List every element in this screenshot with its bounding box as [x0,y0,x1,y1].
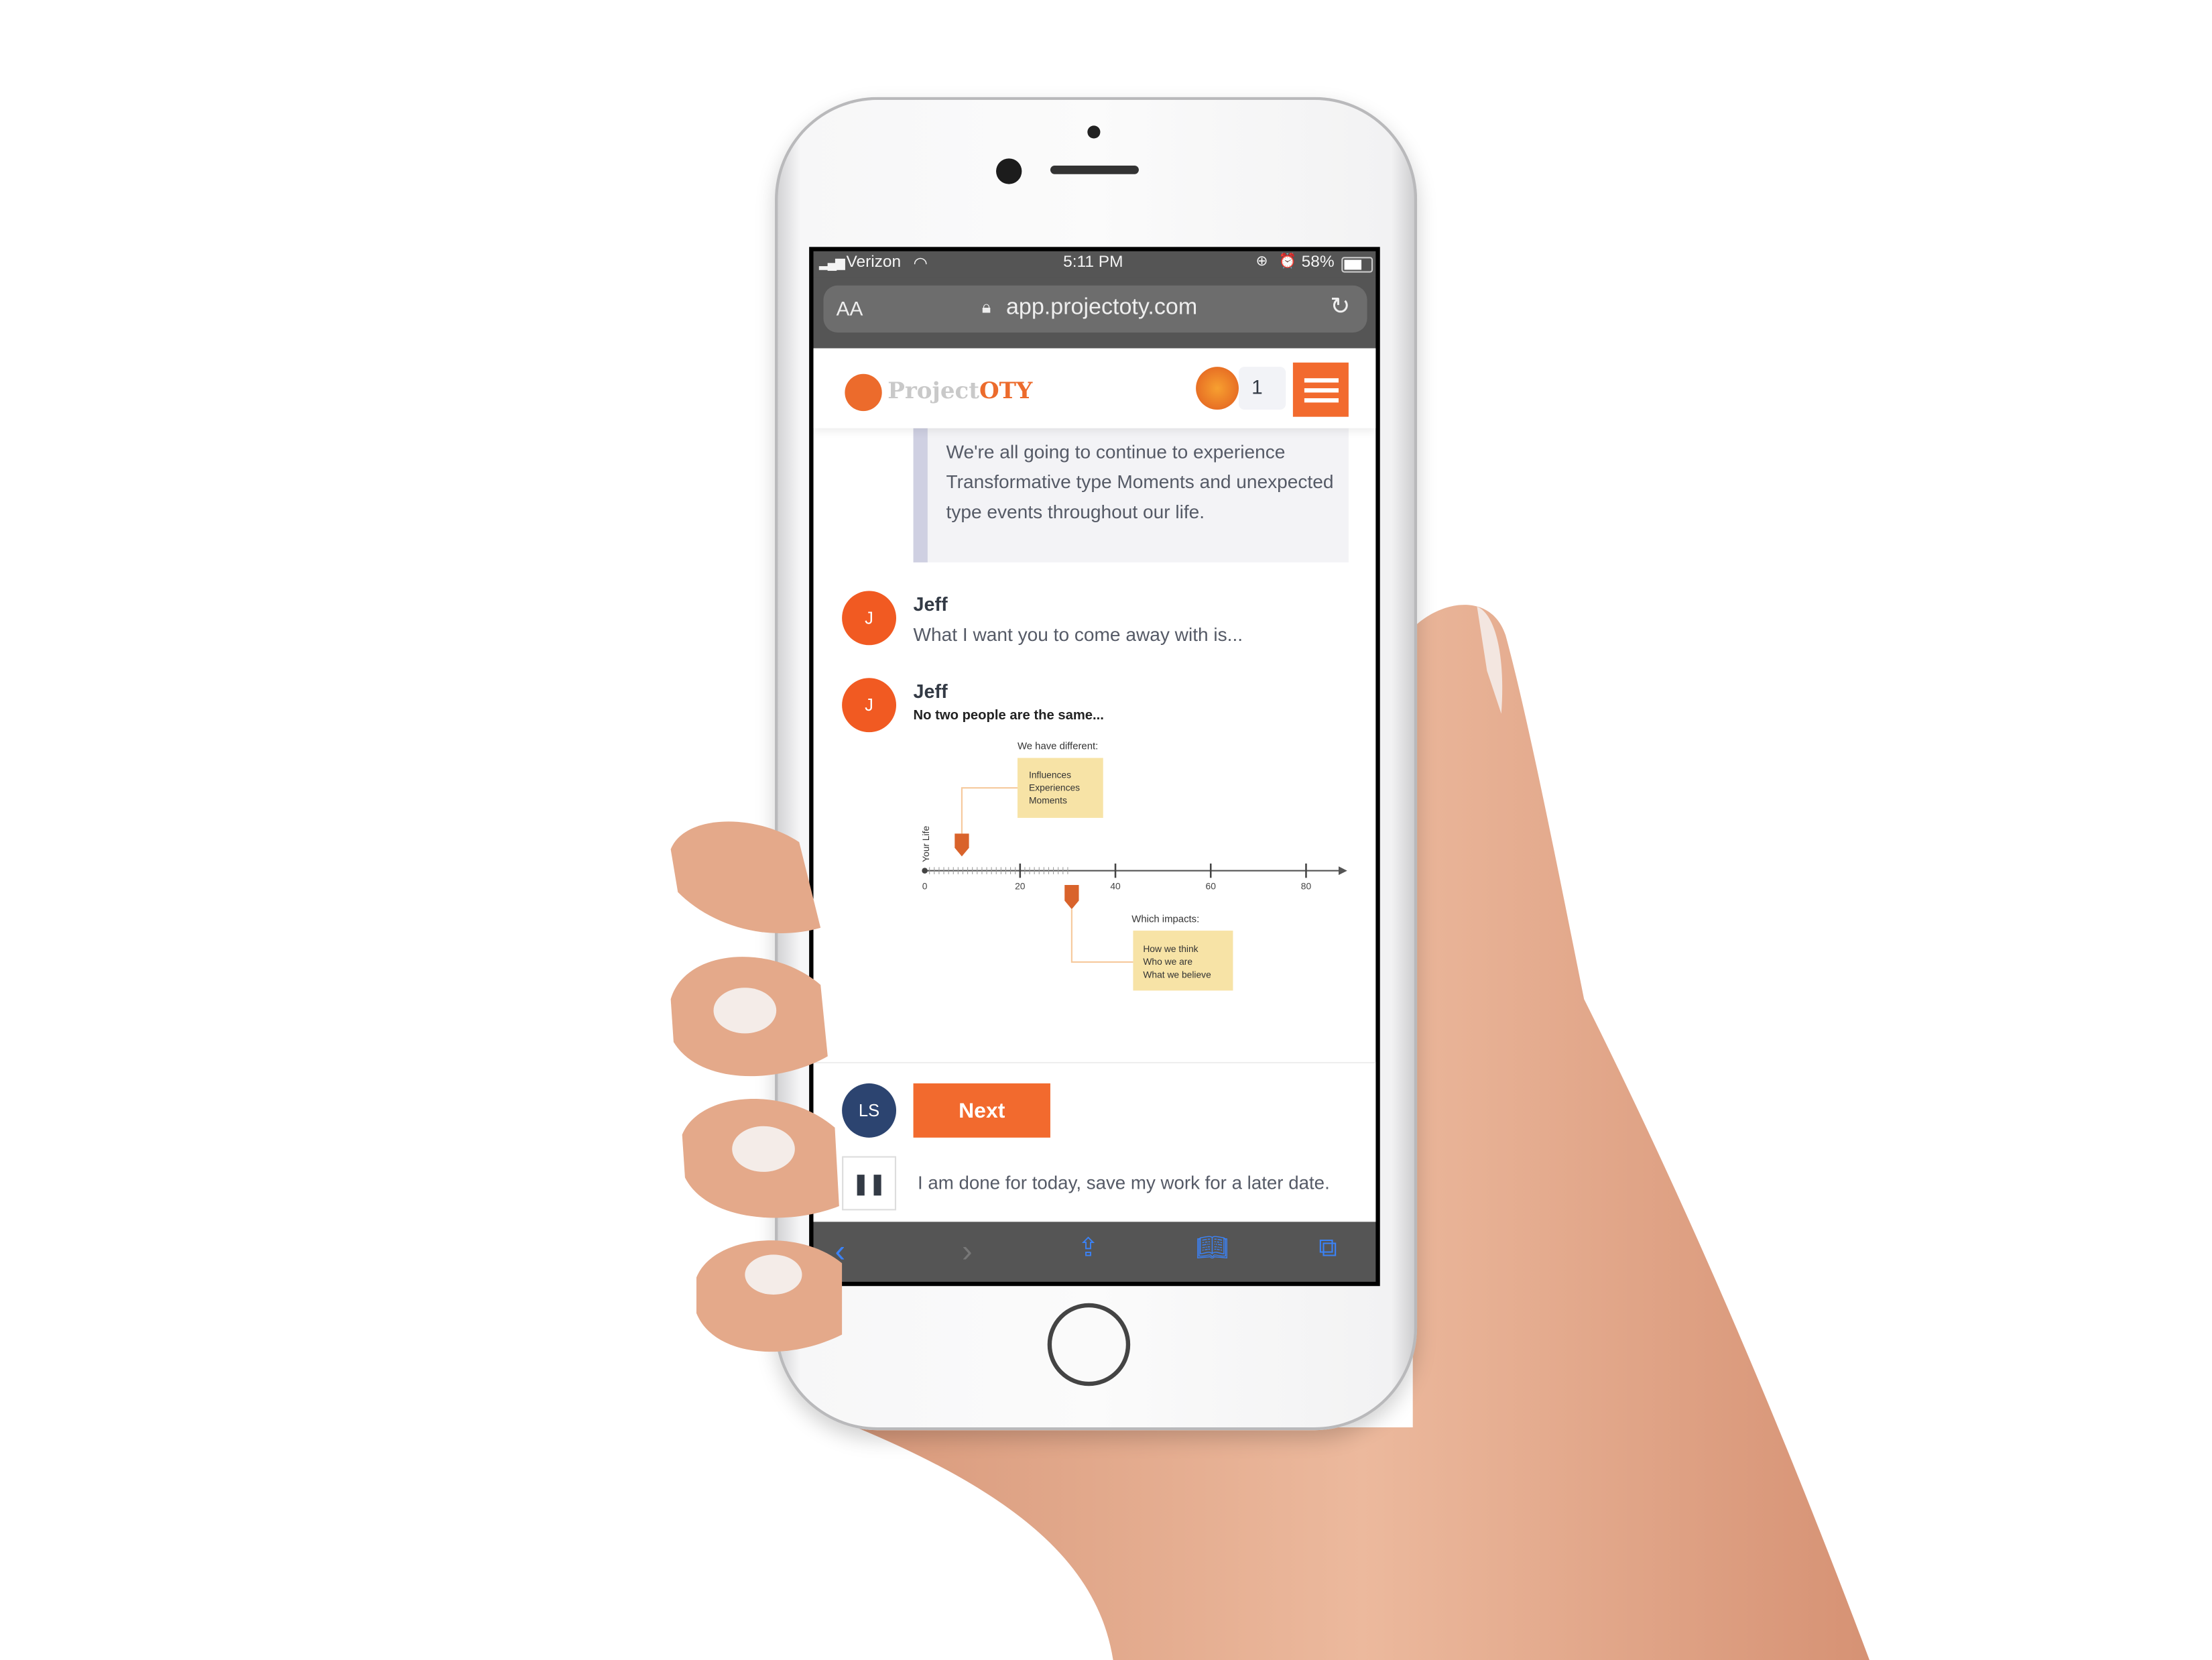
app-header: ProjectOTY 1 [813,348,1376,428]
fingers-illustration [670,821,843,1352]
notification-badge[interactable]: 1 [1238,367,1286,410]
achievement-icon[interactable] [1196,367,1239,410]
logo-icon [845,373,882,412]
stage: ▂▄▆ Verizon ◠ 5:11 PM ⊕ ⏰ 58% AA 🔒︎ app.… [0,0,2212,1660]
logo[interactable]: ProjectOTY [887,377,1032,404]
menu-button[interactable] [1292,362,1349,417]
